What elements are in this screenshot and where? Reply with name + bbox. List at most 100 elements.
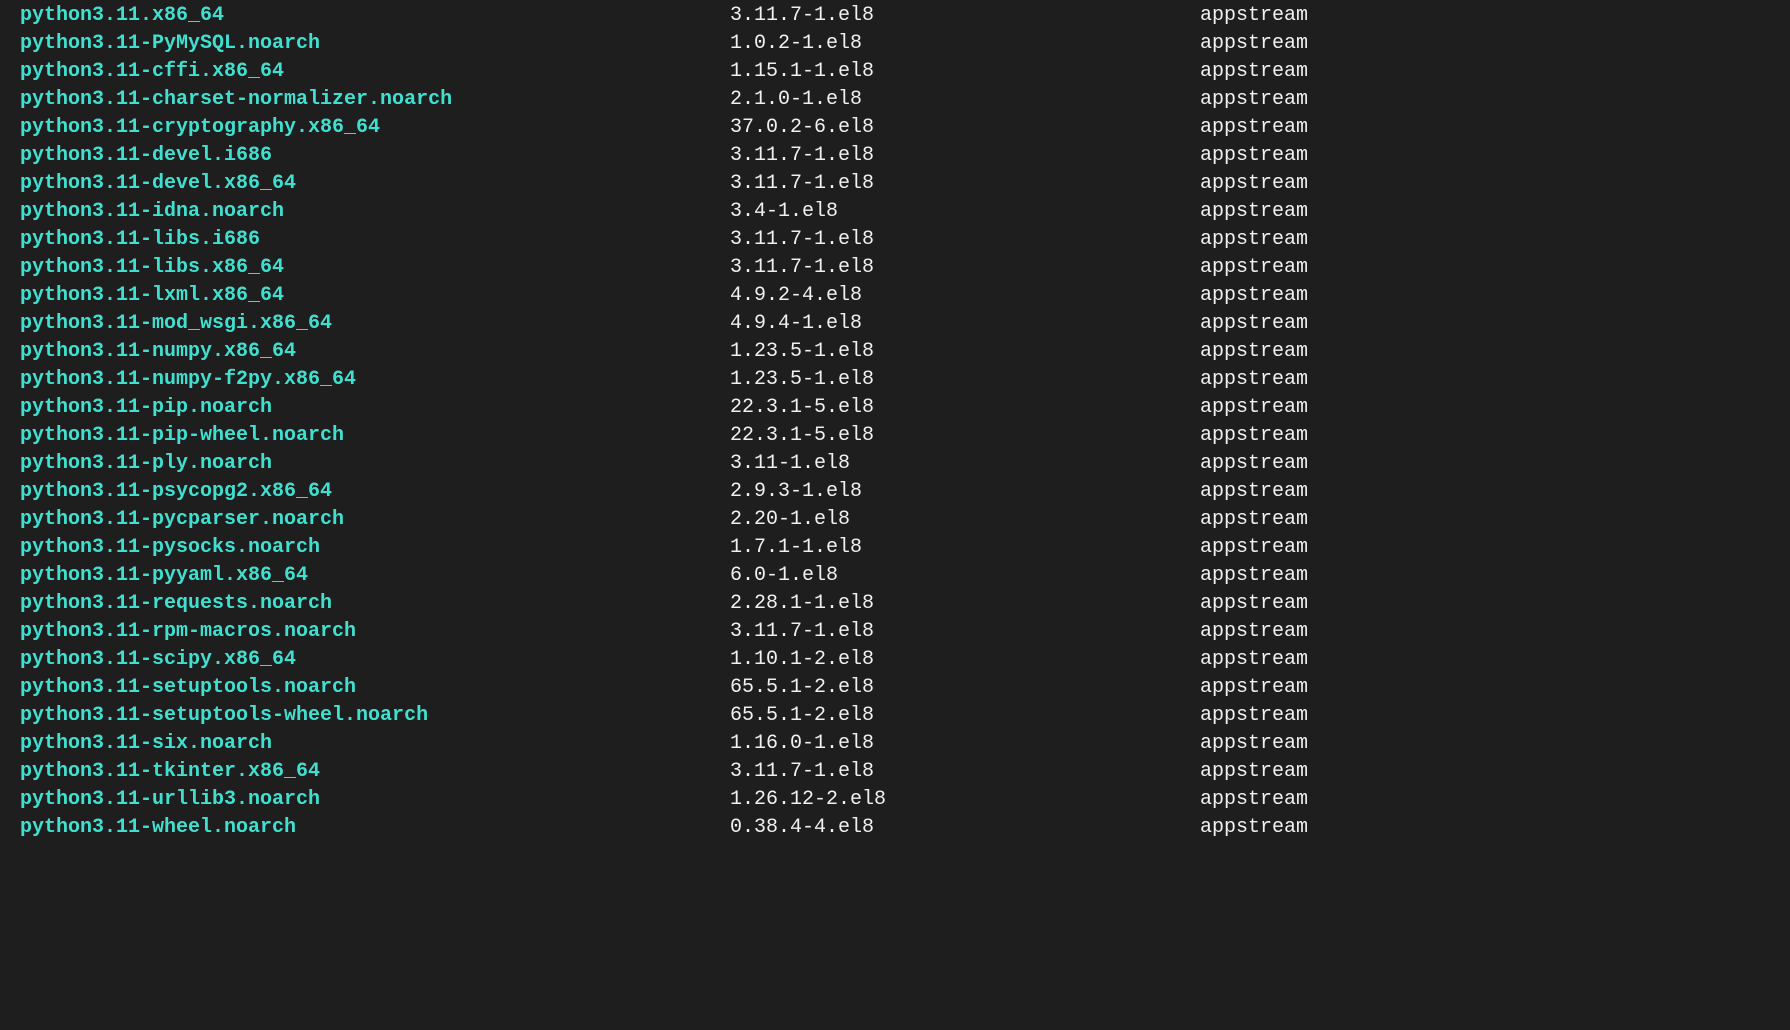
package-row: python3.11-pyyaml.x86_646.0-1.el8appstre… (20, 562, 1790, 590)
package-version: 1.16.0-1.el8 (730, 730, 1200, 758)
package-name: python3.11-libs.x86_64 (20, 254, 730, 282)
package-name: python3.11-idna.noarch (20, 198, 730, 226)
package-name: python3.11-urllib3.noarch (20, 786, 730, 814)
package-name: python3.11-numpy-f2py.x86_64 (20, 366, 730, 394)
package-row: python3.11-libs.x86_643.11.7-1.el8appstr… (20, 254, 1790, 282)
package-repo: appstream (1200, 226, 1308, 254)
package-repo: appstream (1200, 310, 1308, 338)
package-version: 1.23.5-1.el8 (730, 366, 1200, 394)
package-repo: appstream (1200, 282, 1308, 310)
package-name: python3.11-pyyaml.x86_64 (20, 562, 730, 590)
package-version: 2.9.3-1.el8 (730, 478, 1200, 506)
package-repo: appstream (1200, 702, 1308, 730)
package-version: 3.11.7-1.el8 (730, 618, 1200, 646)
package-row: python3.11-pycparser.noarch2.20-1.el8app… (20, 506, 1790, 534)
package-version: 1.0.2-1.el8 (730, 30, 1200, 58)
package-row: python3.11-pip.noarch22.3.1-5.el8appstre… (20, 394, 1790, 422)
package-name: python3.11-scipy.x86_64 (20, 646, 730, 674)
package-version: 4.9.2-4.el8 (730, 282, 1200, 310)
package-repo: appstream (1200, 198, 1308, 226)
package-row: python3.11-idna.noarch3.4-1.el8appstream (20, 198, 1790, 226)
package-row: python3.11-libs.i6863.11.7-1.el8appstrea… (20, 226, 1790, 254)
package-row: python3.11-setuptools.noarch65.5.1-2.el8… (20, 674, 1790, 702)
package-name: python3.11-setuptools-wheel.noarch (20, 702, 730, 730)
package-repo: appstream (1200, 450, 1308, 478)
package-row: python3.11-pip-wheel.noarch22.3.1-5.el8a… (20, 422, 1790, 450)
package-repo: appstream (1200, 730, 1308, 758)
package-version: 4.9.4-1.el8 (730, 310, 1200, 338)
package-version: 22.3.1-5.el8 (730, 422, 1200, 450)
package-row: python3.11-requests.noarch2.28.1-1.el8ap… (20, 590, 1790, 618)
package-name: python3.11-rpm-macros.noarch (20, 618, 730, 646)
package-row: python3.11-psycopg2.x86_642.9.3-1.el8app… (20, 478, 1790, 506)
package-name: python3.11-PyMySQL.noarch (20, 30, 730, 58)
package-repo: appstream (1200, 674, 1308, 702)
package-version: 65.5.1-2.el8 (730, 674, 1200, 702)
package-row: python3.11.x86_643.11.7-1.el8appstream (20, 2, 1790, 30)
package-name: python3.11-ply.noarch (20, 450, 730, 478)
package-row: python3.11-scipy.x86_641.10.1-2.el8appst… (20, 646, 1790, 674)
package-row: python3.11-wheel.noarch0.38.4-4.el8appst… (20, 814, 1790, 842)
package-row: python3.11-devel.i6863.11.7-1.el8appstre… (20, 142, 1790, 170)
package-name: python3.11.x86_64 (20, 2, 730, 30)
package-name: python3.11-requests.noarch (20, 590, 730, 618)
package-name: python3.11-wheel.noarch (20, 814, 730, 842)
package-repo: appstream (1200, 590, 1308, 618)
package-row: python3.11-rpm-macros.noarch3.11.7-1.el8… (20, 618, 1790, 646)
package-name: python3.11-devel.x86_64 (20, 170, 730, 198)
package-version: 2.28.1-1.el8 (730, 590, 1200, 618)
package-version: 1.10.1-2.el8 (730, 646, 1200, 674)
package-version: 1.26.12-2.el8 (730, 786, 1200, 814)
package-repo: appstream (1200, 618, 1308, 646)
package-version: 37.0.2-6.el8 (730, 114, 1200, 142)
package-version: 3.11.7-1.el8 (730, 170, 1200, 198)
package-version: 3.11.7-1.el8 (730, 142, 1200, 170)
package-name: python3.11-pysocks.noarch (20, 534, 730, 562)
package-row: python3.11-lxml.x86_644.9.2-4.el8appstre… (20, 282, 1790, 310)
package-repo: appstream (1200, 254, 1308, 282)
package-repo: appstream (1200, 338, 1308, 366)
package-repo: appstream (1200, 562, 1308, 590)
package-name: python3.11-charset-normalizer.noarch (20, 86, 730, 114)
package-repo: appstream (1200, 478, 1308, 506)
package-repo: appstream (1200, 86, 1308, 114)
package-version: 3.11-1.el8 (730, 450, 1200, 478)
package-version: 2.20-1.el8 (730, 506, 1200, 534)
package-name: python3.11-pycparser.noarch (20, 506, 730, 534)
package-row: python3.11-six.noarch1.16.0-1.el8appstre… (20, 730, 1790, 758)
package-row: python3.11-cffi.x86_641.15.1-1.el8appstr… (20, 58, 1790, 86)
package-repo: appstream (1200, 58, 1308, 86)
terminal-output: python3.11.x86_643.11.7-1.el8appstreampy… (0, 0, 1790, 842)
package-version: 3.4-1.el8 (730, 198, 1200, 226)
package-repo: appstream (1200, 786, 1308, 814)
package-repo: appstream (1200, 2, 1308, 30)
package-version: 22.3.1-5.el8 (730, 394, 1200, 422)
package-row: python3.11-urllib3.noarch1.26.12-2.el8ap… (20, 786, 1790, 814)
package-version: 3.11.7-1.el8 (730, 254, 1200, 282)
package-name: python3.11-pip.noarch (20, 394, 730, 422)
package-row: python3.11-charset-normalizer.noarch2.1.… (20, 86, 1790, 114)
package-name: python3.11-mod_wsgi.x86_64 (20, 310, 730, 338)
package-repo: appstream (1200, 30, 1308, 58)
package-row: python3.11-numpy.x86_641.23.5-1.el8appst… (20, 338, 1790, 366)
package-version: 1.23.5-1.el8 (730, 338, 1200, 366)
package-name: python3.11-setuptools.noarch (20, 674, 730, 702)
package-row: python3.11-PyMySQL.noarch1.0.2-1.el8apps… (20, 30, 1790, 58)
package-row: python3.11-tkinter.x86_643.11.7-1.el8app… (20, 758, 1790, 786)
package-repo: appstream (1200, 394, 1308, 422)
package-name: python3.11-pip-wheel.noarch (20, 422, 730, 450)
package-repo: appstream (1200, 814, 1308, 842)
package-name: python3.11-six.noarch (20, 730, 730, 758)
package-name: python3.11-numpy.x86_64 (20, 338, 730, 366)
package-version: 1.7.1-1.el8 (730, 534, 1200, 562)
package-version: 3.11.7-1.el8 (730, 2, 1200, 30)
package-name: python3.11-lxml.x86_64 (20, 282, 730, 310)
package-name: python3.11-cffi.x86_64 (20, 58, 730, 86)
package-version: 65.5.1-2.el8 (730, 702, 1200, 730)
package-version: 3.11.7-1.el8 (730, 758, 1200, 786)
package-row: python3.11-mod_wsgi.x86_644.9.4-1.el8app… (20, 310, 1790, 338)
package-repo: appstream (1200, 114, 1308, 142)
package-version: 6.0-1.el8 (730, 562, 1200, 590)
package-version: 1.15.1-1.el8 (730, 58, 1200, 86)
package-name: python3.11-tkinter.x86_64 (20, 758, 730, 786)
